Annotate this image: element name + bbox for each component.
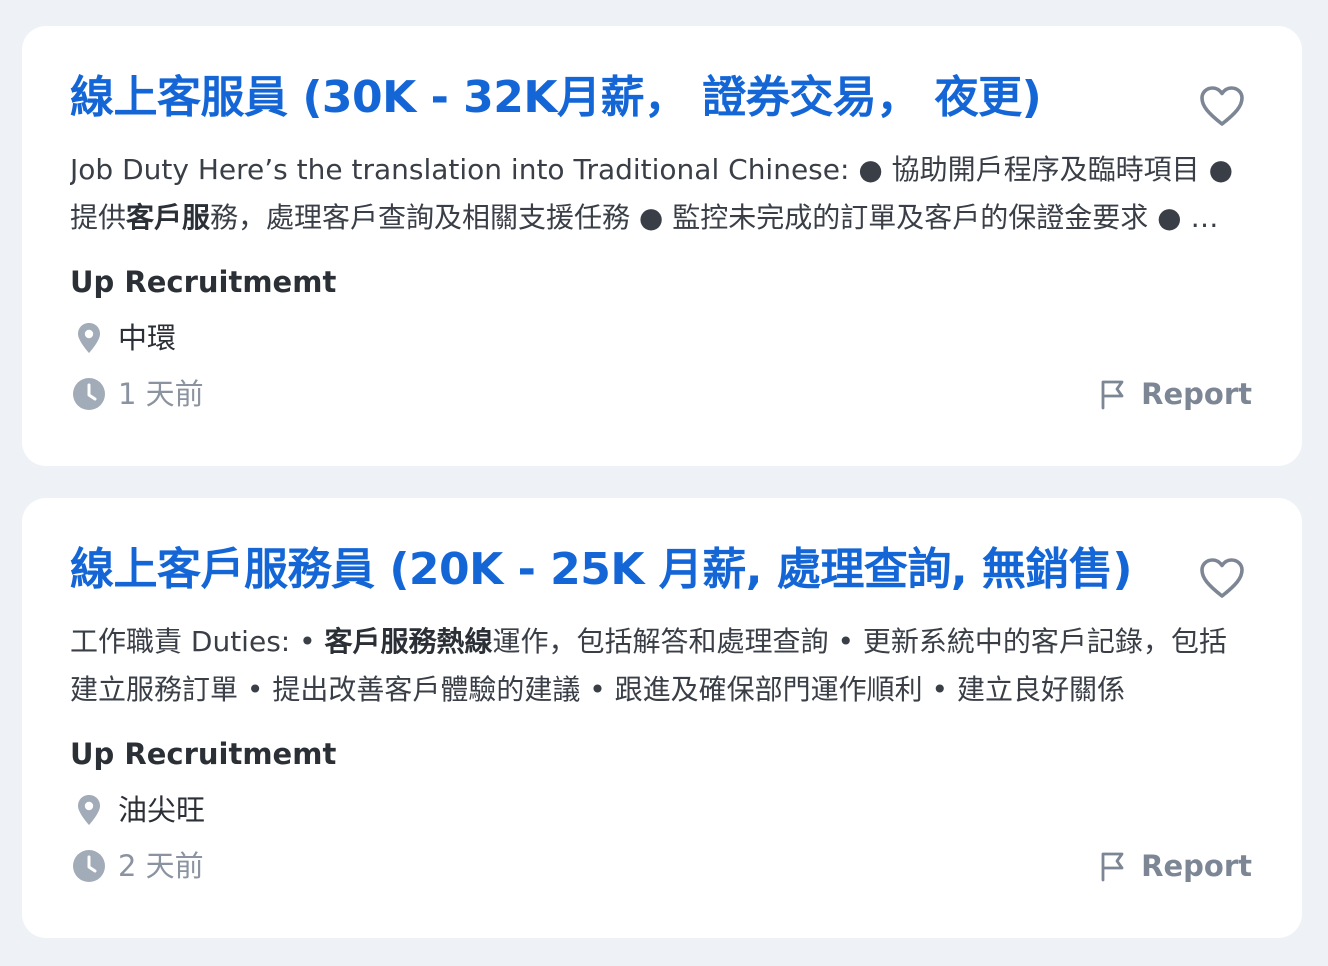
map-pin-icon xyxy=(78,795,100,825)
location-text: 中環 xyxy=(118,321,177,355)
heart-icon xyxy=(1200,86,1244,126)
job-card[interactable]: 線上客服員 (30K - 32K月薪， 證券交易， 夜更) Job Duty H… xyxy=(22,26,1302,466)
favorite-button[interactable] xyxy=(1198,84,1246,128)
favorite-button[interactable] xyxy=(1198,556,1246,600)
map-pin-icon xyxy=(78,323,100,353)
description-text: 務，處理客戶查詢及相關支援任務 ● 監控未完成的訂單及客戶的保證金要求 ● 其他… xyxy=(210,201,1219,234)
job-posted-time: 1 天前 xyxy=(70,374,204,414)
flag-icon xyxy=(1101,380,1124,410)
report-button[interactable]: Report xyxy=(1099,846,1252,886)
job-description: 工作職責 Duties: • 客戶服務熱線運作，包括解答和處理查詢 • 更新系統… xyxy=(70,618,1235,714)
description-highlight: 客戶服務熱線 xyxy=(324,625,493,658)
job-location: 中環 xyxy=(70,318,176,358)
description-text: 工作職責 Duties: • xyxy=(70,625,325,658)
description-highlight: 客戶服 xyxy=(126,201,211,234)
company-name[interactable]: Up Recruitmemt xyxy=(70,262,336,302)
job-title[interactable]: 線上客戶服務員 (20K - 25K 月薪, 處理查詢, 無銷售) xyxy=(70,542,1180,598)
posted-text: 1 天前 xyxy=(118,377,204,411)
posted-text: 2 天前 xyxy=(118,849,204,883)
flag-icon xyxy=(1101,852,1124,882)
job-list: 線上客服員 (30K - 32K月薪， 證券交易， 夜更) Job Duty H… xyxy=(0,0,1328,966)
clock-icon xyxy=(73,850,105,882)
job-card[interactable]: 線上客戶服務員 (20K - 25K 月薪, 處理查詢, 無銷售) 工作職責 D… xyxy=(22,498,1302,938)
job-title[interactable]: 線上客服員 (30K - 32K月薪， 證券交易， 夜更) xyxy=(70,70,1180,126)
location-text: 油尖旺 xyxy=(118,793,206,827)
report-label: Report xyxy=(1141,377,1252,411)
company-name[interactable]: Up Recruitmemt xyxy=(70,734,336,774)
job-posted-time: 2 天前 xyxy=(70,846,204,886)
report-button[interactable]: Report xyxy=(1099,374,1252,414)
heart-icon xyxy=(1200,558,1244,598)
job-location: 油尖旺 xyxy=(70,790,205,830)
clock-icon xyxy=(73,378,105,410)
job-description: Job Duty Here’s the translation into Tra… xyxy=(70,146,1235,242)
report-label: Report xyxy=(1141,849,1252,883)
